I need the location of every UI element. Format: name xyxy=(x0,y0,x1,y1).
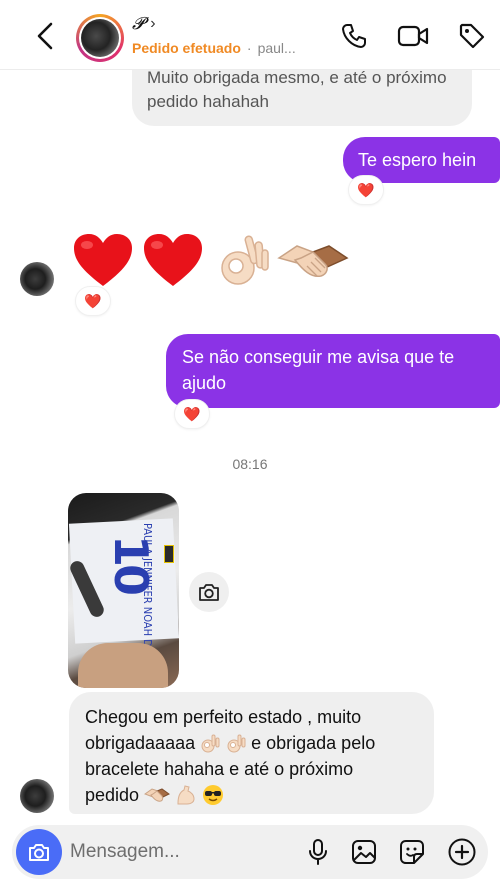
video-call-button[interactable] xyxy=(397,20,429,52)
tag-button[interactable] xyxy=(456,20,488,52)
red-heart-icon xyxy=(144,234,202,286)
message-text: pedido xyxy=(85,785,140,805)
ok-hand-icon xyxy=(221,235,269,285)
phone-icon xyxy=(342,24,366,48)
sender-avatar[interactable] xyxy=(20,262,54,296)
plus-icon xyxy=(448,838,476,866)
sender-avatar[interactable] xyxy=(20,779,54,813)
message-line: obrigadaaaaa e obrigada pelo xyxy=(85,730,424,756)
flexed-biceps-icon xyxy=(177,785,195,805)
message-incoming[interactable]: Chegou em perfeito estado , muito obriga… xyxy=(69,692,434,814)
heart-reaction-icon: ❤️ xyxy=(357,181,375,198)
heart-reaction-icon: ❤️ xyxy=(183,405,201,422)
tag-icon xyxy=(459,23,485,49)
message-text: Se não conseguir me avisa que te ajudo xyxy=(182,347,455,393)
red-heart-icon xyxy=(74,234,132,286)
arm-image xyxy=(78,643,168,688)
emoji-message[interactable] xyxy=(72,228,362,292)
jersey-tag xyxy=(164,545,174,563)
back-icon xyxy=(37,22,53,50)
ok-hand-icon xyxy=(201,734,220,753)
handshake-icon xyxy=(144,788,171,802)
timestamp: 08:16 xyxy=(232,456,268,472)
video-icon xyxy=(397,25,429,47)
contact-subtitle: Pedido efetuado · paul... xyxy=(132,40,296,56)
camera-button[interactable] xyxy=(16,829,62,875)
message-text: Muito obrigada mesmo, e até o próximo pe… xyxy=(147,68,447,111)
message-line: Chegou em perfeito estado , muito xyxy=(85,707,362,727)
gallery-button[interactable] xyxy=(348,836,380,868)
camera-icon xyxy=(199,584,219,601)
handshake-icon xyxy=(277,245,349,278)
chevron-right-icon: › xyxy=(150,15,156,32)
message-reaction[interactable]: ❤️ xyxy=(75,286,111,316)
more-button[interactable] xyxy=(446,836,478,868)
sticker-icon xyxy=(400,840,424,864)
sunglasses-face-icon xyxy=(203,785,224,805)
message-text: obrigadaaaaa xyxy=(85,733,196,753)
message-reaction[interactable]: ❤️ xyxy=(174,399,210,429)
contact-username: paul... xyxy=(257,40,296,56)
separator-dot: · xyxy=(246,40,252,56)
photo-message[interactable]: 10 PAULA JENNIFER NOAH DUARTE xyxy=(68,493,179,688)
message-reaction[interactable]: ❤️ xyxy=(348,175,384,205)
heart-reaction-icon: ❤️ xyxy=(84,292,102,309)
ok-hand-icon xyxy=(227,734,246,753)
message-line: bracelete hahaha e até o próximo xyxy=(85,759,354,779)
contact-name-row[interactable]: 𝓟 › xyxy=(132,14,156,34)
view-photo-button[interactable] xyxy=(189,572,229,612)
message-composer xyxy=(12,825,488,879)
contact-name[interactable]: 𝓟 xyxy=(132,14,144,34)
message-text: Te espero hein xyxy=(358,150,477,170)
message-outgoing[interactable]: Se não conseguir me avisa que te ajudo xyxy=(166,334,500,408)
sticker-button[interactable] xyxy=(396,836,428,868)
camera-icon xyxy=(29,844,49,861)
profile-avatar[interactable] xyxy=(76,14,124,62)
chat-header: 𝓟 › Pedido efetuado · paul... xyxy=(0,0,500,70)
order-status: Pedido efetuado xyxy=(132,40,241,56)
message-line: pedido xyxy=(85,782,424,808)
call-button[interactable] xyxy=(338,20,370,52)
voice-message-button[interactable] xyxy=(302,836,334,868)
gallery-icon xyxy=(352,840,376,864)
message-text: e obrigada pelo xyxy=(251,733,376,753)
back-button[interactable] xyxy=(30,18,60,54)
mic-icon xyxy=(309,839,327,865)
message-input[interactable] xyxy=(70,837,290,867)
